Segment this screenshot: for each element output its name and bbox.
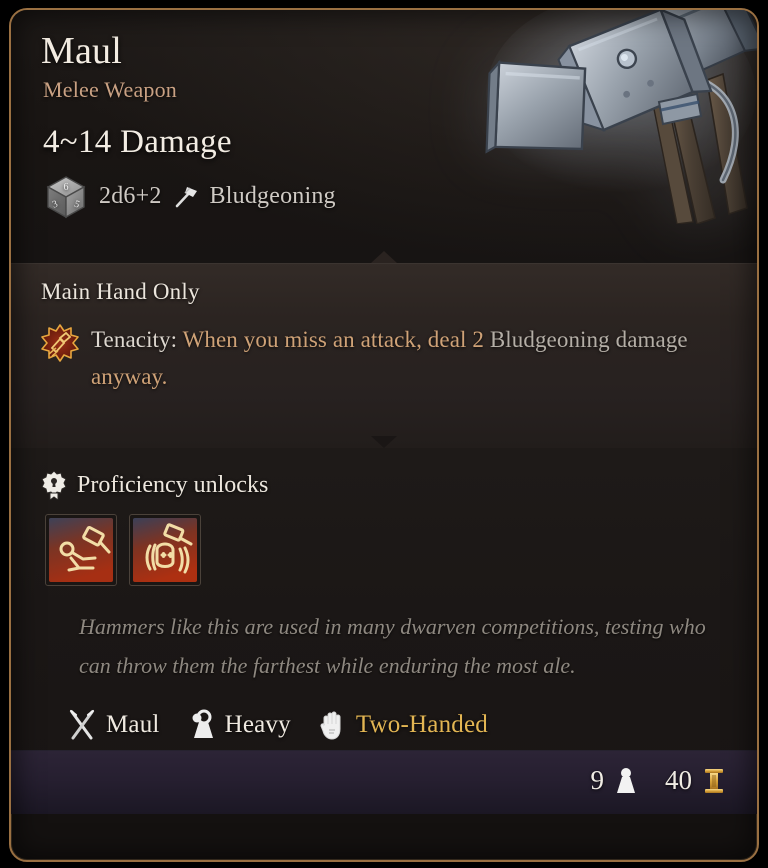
section-divider-notch-bottom	[371, 436, 397, 448]
passive-name: Tenacity:	[91, 327, 178, 352]
passive-effect-text: Tenacity: When you miss an attack, deal …	[91, 321, 731, 396]
weight-drop-icon	[617, 767, 635, 793]
tooltip-header-section: Maul Melee Weapon 4~14 Damage 6 3 5 2d6+…	[11, 10, 757, 263]
passive-desc-part1: When you miss an attack, deal 2	[182, 327, 484, 352]
tag-label: Heavy	[224, 711, 291, 738]
svg-text:6: 6	[64, 182, 69, 193]
tooltip-frame: Maul Melee Weapon 4~14 Damage 6 3 5 2d6+…	[9, 8, 759, 862]
damage-range: 4~14 Damage	[43, 123, 232, 160]
weight-value: 9	[590, 765, 605, 795]
weight-icon	[192, 709, 213, 738]
passive-desc-part3: damage	[615, 327, 688, 352]
proficiency-unlock-slot-1[interactable]	[45, 514, 117, 586]
proficiency-header-label: Proficiency unlocks	[77, 471, 269, 498]
weight-stat: 9	[591, 765, 640, 796]
passive-desc-damage-type: Bludgeoning	[489, 327, 610, 352]
d6-die-icon: 6 3 5	[46, 176, 86, 219]
passive-effect-row: Tenacity: When you miss an attack, deal …	[41, 321, 731, 396]
tag-maul[interactable]: Maul	[67, 709, 160, 741]
damage-type-value: Bludgeoning	[209, 183, 336, 210]
tag-label: Two-Handed	[355, 711, 488, 738]
gold-coin-icon	[705, 768, 723, 793]
slot-restriction-label: Main Hand Only	[41, 279, 200, 304]
item-tooltip: Maul Melee Weapon 4~14 Damage 6 3 5 2d6+…	[0, 0, 768, 868]
tag-label: Maul	[106, 711, 160, 738]
proficiency-seal-icon	[41, 470, 67, 500]
proficiency-header: Proficiency unlocks	[41, 470, 731, 500]
concussive-smash-ability-icon	[133, 518, 197, 582]
tooltip-footer: 9 40	[11, 750, 757, 814]
item-name: Maul	[41, 30, 123, 72]
price-value: 40	[665, 765, 692, 795]
flavor-text: Hammers like this are used in many dwarv…	[79, 614, 706, 678]
proficiency-unlocks-list	[45, 514, 731, 586]
crossed-swords-icon	[69, 709, 95, 740]
damage-detail-row: 6 3 5 2d6+2 Bludgeoning	[43, 174, 757, 220]
tag-heavy[interactable]: Heavy	[186, 709, 291, 741]
tenacity-starburst-icon	[41, 324, 79, 362]
tooltip-properties-section: Main Hand Only Tenacity: When you miss a…	[11, 263, 757, 448]
bludgeoning-hammer-icon	[175, 186, 197, 208]
damage-dice-value: 2d6+2	[99, 183, 162, 210]
tag-two-handed[interactable]: Two-Handed	[317, 709, 488, 741]
price-stat: 40	[665, 765, 727, 796]
item-category: Melee Weapon	[43, 76, 178, 102]
section-divider-notch-top	[371, 251, 397, 263]
topple-ability-icon	[49, 518, 113, 582]
open-hand-icon	[320, 711, 341, 740]
tooltip-details-section: Proficiency unlocks Hammers like this ar…	[11, 448, 757, 814]
tag-list: Maul Heavy Two-Handed	[67, 709, 731, 741]
proficiency-unlock-slot-2[interactable]	[129, 514, 201, 586]
passive-desc-part4: anyway.	[91, 364, 168, 390]
